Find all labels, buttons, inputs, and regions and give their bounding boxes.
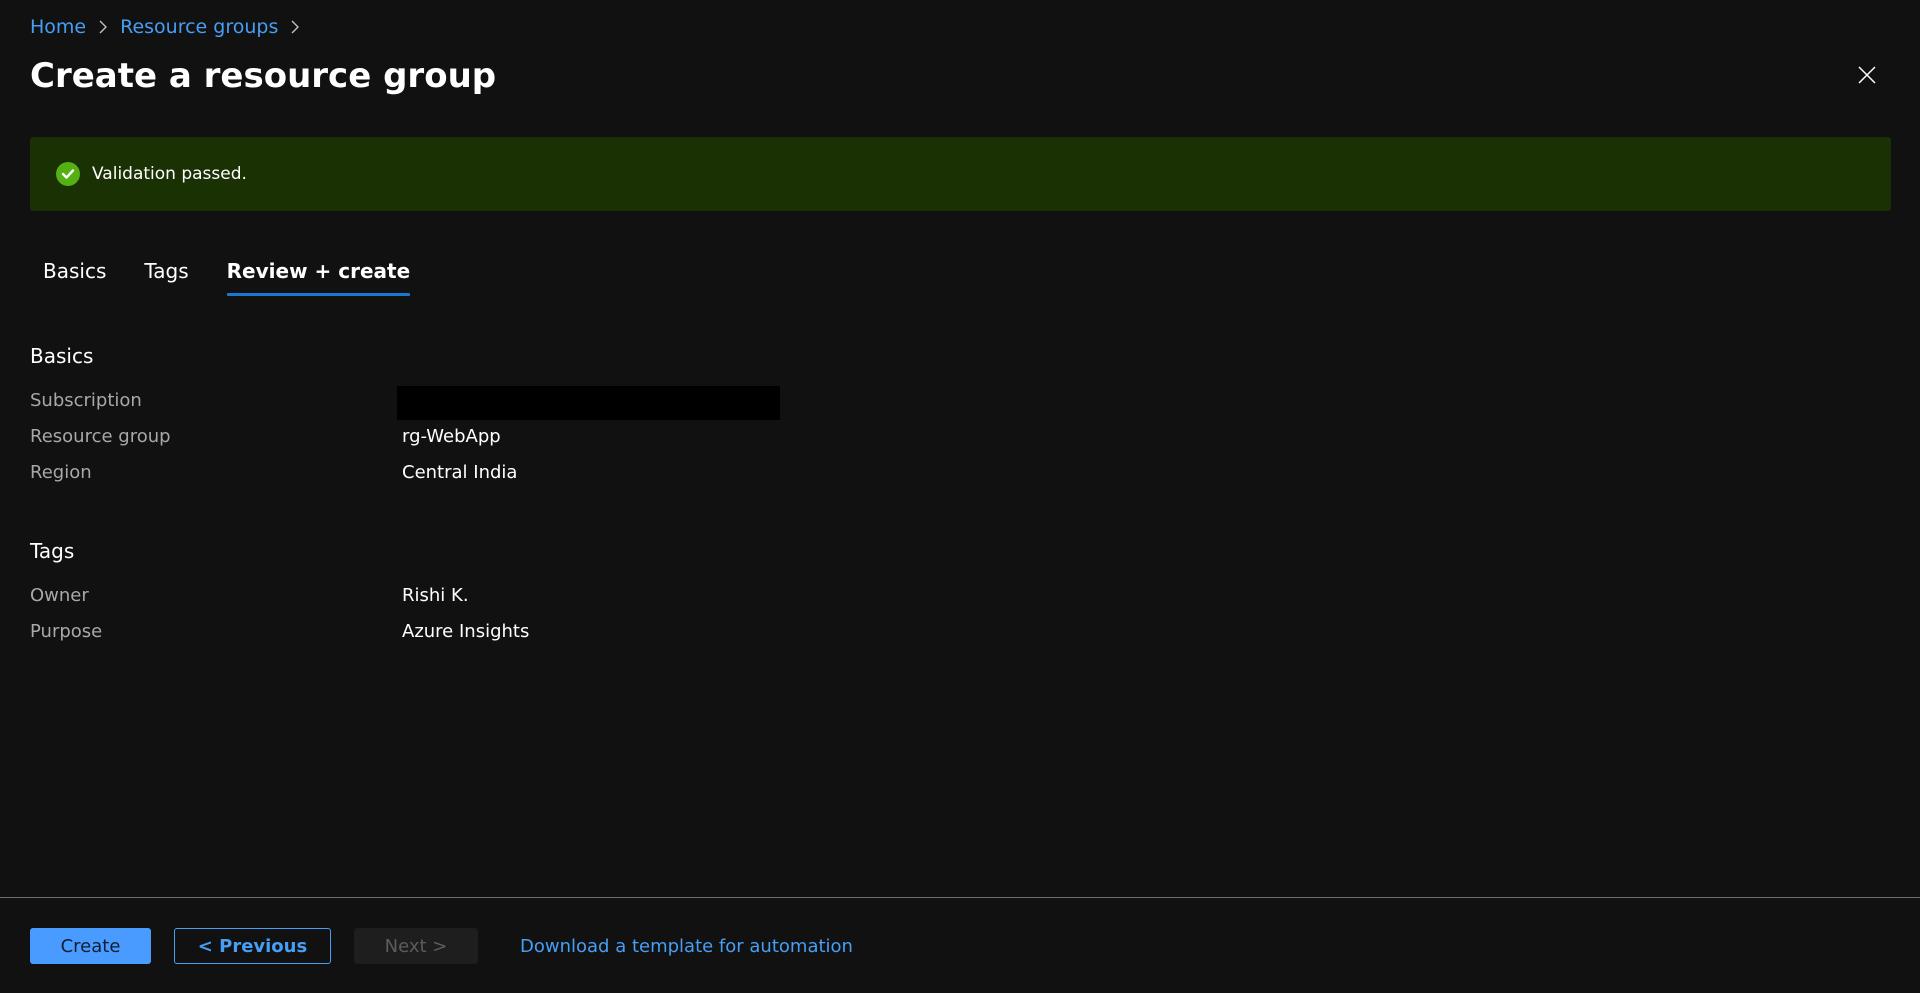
row-label: Owner xyxy=(30,585,89,606)
breadcrumb: Home Resource groups xyxy=(30,14,312,40)
tab-tags[interactable]: Tags xyxy=(131,254,201,296)
tags-section-heading: Tags xyxy=(30,539,75,563)
summary-row-resource-group: Resource group rg-WebApp xyxy=(30,420,830,454)
summary-row-region: Region Central India xyxy=(30,456,830,490)
validation-banner: Validation passed. xyxy=(30,137,1891,211)
row-value: Rishi K. xyxy=(402,585,469,606)
row-value: Central India xyxy=(402,462,518,483)
create-button[interactable]: Create xyxy=(30,928,151,964)
footer-actions: Create < Previous Next > Download a temp… xyxy=(30,928,853,964)
check-circle-icon xyxy=(56,162,80,186)
breadcrumb-home[interactable]: Home xyxy=(30,14,86,40)
row-value: rg-WebApp xyxy=(402,426,501,447)
chevron-right-icon xyxy=(98,19,108,35)
previous-button[interactable]: < Previous xyxy=(174,928,331,964)
next-button: Next > xyxy=(354,928,478,964)
tab-review-create[interactable]: Review + create xyxy=(214,254,424,296)
tab-basics[interactable]: Basics xyxy=(30,254,119,296)
close-button[interactable] xyxy=(1854,64,1880,90)
summary-row-owner: Owner Rishi K. xyxy=(30,579,830,613)
download-template-link[interactable]: Download a template for automation xyxy=(520,936,853,957)
row-label: Purpose xyxy=(30,621,103,642)
breadcrumb-resource-groups[interactable]: Resource groups xyxy=(120,14,278,40)
close-icon xyxy=(1857,65,1877,89)
summary-row-purpose: Purpose Azure Insights xyxy=(30,615,830,649)
page-title: Create a resource group xyxy=(30,56,497,96)
subscription-value-redacted xyxy=(397,386,780,420)
wizard-tabs: Basics Tags Review + create xyxy=(30,254,423,298)
basics-section-heading: Basics xyxy=(30,344,94,368)
footer-divider xyxy=(0,897,1920,898)
row-value: Azure Insights xyxy=(402,621,530,642)
validation-message: Validation passed. xyxy=(92,164,247,184)
chevron-right-icon xyxy=(290,19,300,35)
row-label: Region xyxy=(30,462,92,483)
row-label: Resource group xyxy=(30,426,171,447)
create-resource-group-page: Home Resource groups Create a resource g… xyxy=(0,0,1920,993)
row-label: Subscription xyxy=(30,390,142,411)
